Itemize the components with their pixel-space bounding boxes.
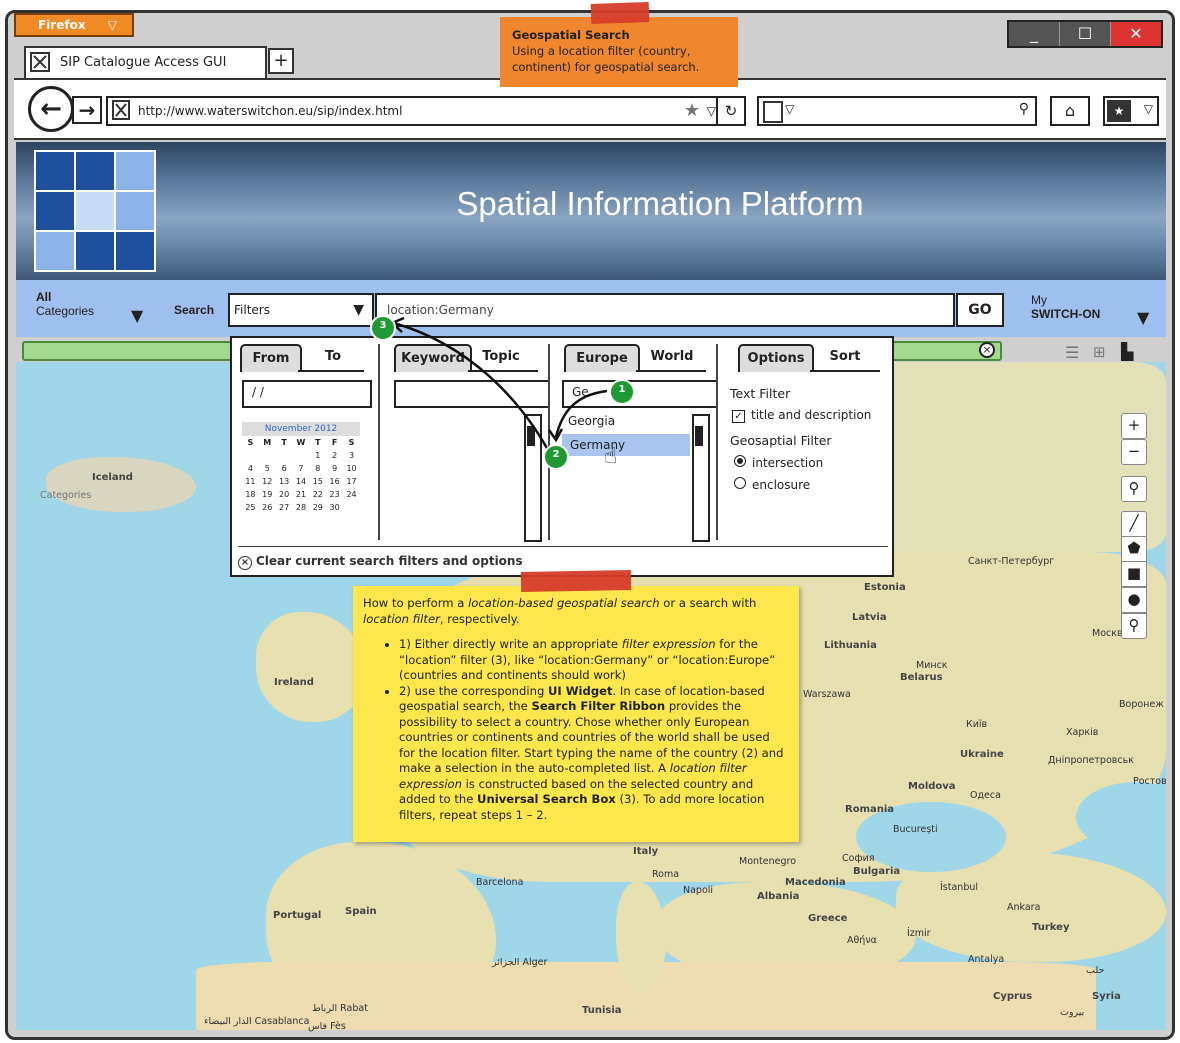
note-line-1: Using a location filter (country, (512, 44, 691, 58)
note-intro: How to perform a location-based geospati… (363, 596, 757, 626)
step-marker-2: 2 (543, 444, 569, 470)
tape-decoration (590, 1, 650, 25)
step-marker-1: 1 (609, 379, 635, 405)
geospatial-search-note: Geospatial Search Using a location filte… (500, 17, 738, 87)
note-step-1: 1) Either directly write an appropriate … (399, 637, 789, 684)
annotation-arrows (389, 316, 608, 451)
tape-decoration (520, 570, 632, 592)
step-marker-3: 3 (370, 315, 396, 341)
instructions-sticky-note: How to perform a location-based geospati… (353, 586, 799, 842)
note-step-2: 2) use the corresponding UI Widget. In c… (399, 684, 789, 824)
note-title: Geospatial Search (512, 28, 630, 42)
note-line-2: continent) for geospatial search. (512, 60, 700, 74)
